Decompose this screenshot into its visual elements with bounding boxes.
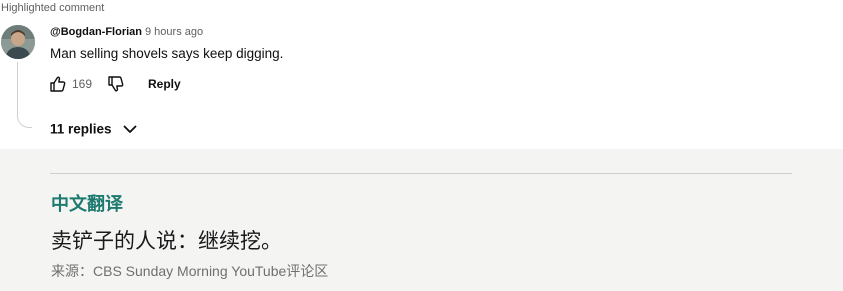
chevron-down-icon bbox=[123, 125, 137, 133]
thumb-down-icon[interactable] bbox=[106, 74, 126, 94]
comment-header: @Bogdan-Florian 9 hours ago bbox=[50, 26, 203, 38]
comment-time[interactable]: 9 hours ago bbox=[145, 26, 203, 38]
thread-line bbox=[17, 62, 32, 128]
avatar[interactable] bbox=[1, 25, 35, 59]
highlighted-comment-label: Highlighted comment bbox=[1, 2, 105, 14]
view-replies-button[interactable]: 11 replies bbox=[50, 120, 138, 140]
like-count: 169 bbox=[72, 77, 93, 91]
translation-panel: 中文翻译 卖铲子的人说：继续挖。 来源：CBS Sunday Morning Y… bbox=[0, 149, 843, 291]
translation-title: 中文翻译 bbox=[51, 194, 123, 214]
comment-text: Man selling shovels says keep digging. bbox=[50, 46, 284, 61]
author-name[interactable]: @Bogdan-Florian bbox=[50, 26, 142, 38]
reply-button[interactable]: Reply bbox=[148, 77, 181, 91]
thumb-up-icon[interactable] bbox=[48, 74, 68, 94]
comment-section: Highlighted comment @Bogdan-Florian 9 hou… bbox=[0, 0, 843, 149]
translation-source: 来源：CBS Sunday Morning YouTube评论区 bbox=[51, 263, 329, 279]
translation-text: 卖铲子的人说：继续挖。 bbox=[51, 230, 282, 253]
divider bbox=[50, 173, 792, 174]
replies-label: 11 replies bbox=[50, 121, 112, 137]
